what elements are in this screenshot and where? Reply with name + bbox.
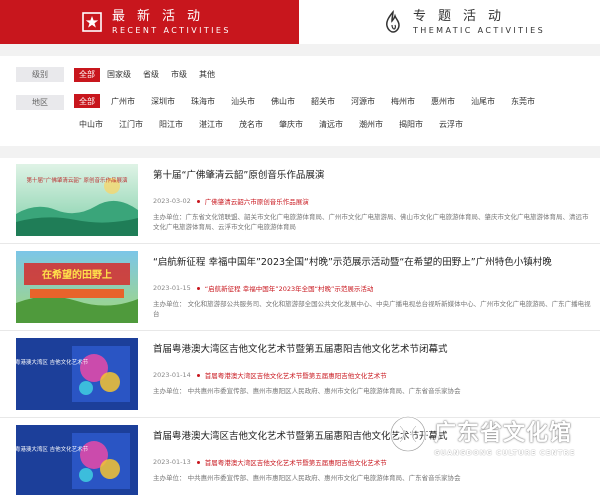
- region-option[interactable]: 珠海市: [186, 94, 220, 108]
- level-option-provincial[interactable]: 省级: [138, 68, 164, 82]
- region-option[interactable]: 梅州市: [386, 94, 420, 108]
- flame-icon: [381, 10, 405, 34]
- watermark-en: GUANGDONG CULTURE CENTRE: [434, 449, 576, 457]
- region-option[interactable]: 河源市: [346, 94, 380, 108]
- item-subtitle: 首届粤港澳大湾区吉他文化艺术节暨第五届惠阳吉他文化艺术节: [204, 459, 387, 467]
- list-item[interactable]: 在希望的田野上 “启航新征程 幸福中国年”2023全国“村晚”示范展示活动暨“在…: [0, 245, 600, 331]
- region-filter-row: 地区: [16, 95, 74, 110]
- item-meta: 2023-01-15 “启航新征程 幸福中国年”2023年全国“村晚”示范展示活…: [153, 283, 373, 293]
- region-option[interactable]: 阳江市: [154, 117, 188, 131]
- region-option[interactable]: 深圳市: [146, 94, 180, 108]
- tab-thematic-en: THEMATIC ACTIVITIES: [413, 25, 546, 35]
- item-date: 2023-03-02: [153, 197, 191, 205]
- item-organizer: 主办单位： 中共惠州市委宣传部、惠州市惠阳区人民政府、惠州市文化广电旅游体育局、…: [153, 387, 461, 395]
- bullet-icon: [196, 286, 200, 290]
- item-title[interactable]: “启航新征程 幸福中国年”2023全国“村晚”示范展示活动暨“在希望的田野上”广…: [153, 254, 552, 268]
- watermark-text: 广东省文化馆 GUANGDONG CULTURE CENTRE: [434, 415, 575, 457]
- region-option[interactable]: 云浮市: [434, 117, 468, 131]
- thumbnail-music-show[interactable]: 第十届“广佛肇清云韶” 原创音乐作品展演: [16, 164, 138, 236]
- star-icon: [80, 10, 104, 34]
- watermark-logo: 广东省文化馆 GUANGDONG CULTURE CENTRE: [388, 406, 600, 466]
- tab-recent-activities[interactable]: 最新活动 RECENT ACTIVITIES: [0, 0, 299, 44]
- watermark-cn: 广东省文化馆: [434, 421, 573, 446]
- thumb-text-3: 首届粤港澳大湾区 吉他文化艺术节: [16, 358, 89, 366]
- level-option-city[interactable]: 市级: [166, 68, 192, 82]
- level-option-other[interactable]: 其他: [194, 68, 220, 82]
- level-filter-label: 级别: [16, 67, 64, 82]
- region-filter-label: 地区: [16, 95, 64, 110]
- filter-panel: 级别 全部 国家级 省级 市级 其他 地区 全部 广州市 深圳市 珠海市 汕头市 佛山市韶…: [0, 56, 600, 146]
- bullet-icon: [196, 373, 200, 377]
- region-option[interactable]: 广州市: [106, 94, 140, 108]
- item-title[interactable]: 首届粤港澳大湾区吉他文化艺术节暨第五届惠阳吉他文化艺术节闭幕式: [153, 341, 448, 355]
- region-options: 全部 广州市 深圳市 珠海市 汕头市 佛山市 韶关市 河源市 梅州市 惠州市 汕尾市 东莞市中山市 江门…: [74, 94, 584, 131]
- item-date: 2023-01-15: [153, 284, 191, 292]
- tab-recent-text: 最新活动 RECENT ACTIVITIES: [112, 9, 231, 36]
- item-title[interactable]: 第十届“广佛肇清云韶”原创音乐作品展演: [153, 167, 324, 181]
- tab-recent-en: RECENT ACTIVITIES: [112, 25, 231, 35]
- region-option[interactable]: 潮州市: [354, 117, 388, 131]
- region-option[interactable]: 汕尾市: [466, 94, 500, 108]
- activity-tabs: 最新活动 RECENT ACTIVITIES 专题活动 THEMATIC ACT…: [0, 0, 600, 44]
- item-date: 2023-01-13: [153, 458, 191, 466]
- item-meta: 2023-01-14 首届粤港澳大湾区吉他文化艺术节暨第五届惠阳吉他文化艺术节: [153, 370, 387, 380]
- item-subtitle: 广佛肇清云韶六市原创音乐作品展演: [204, 198, 309, 206]
- tab-thematic-activities[interactable]: 专题活动 THEMATIC ACTIVITIES: [299, 0, 600, 44]
- thumb-text-1: 第十届“广佛肇清云韶” 原创音乐作品展演: [27, 176, 128, 184]
- region-option[interactable]: 佛山市: [266, 94, 300, 108]
- item-meta: 2023-03-02 广佛肇清云韶六市原创音乐作品展演: [153, 196, 309, 206]
- thumbnail-guitar-festival-closing[interactable]: 首届粤港澳大湾区 吉他文化艺术节: [16, 338, 138, 410]
- region-option[interactable]: 全部: [74, 94, 100, 108]
- thumbnail-village-gala[interactable]: 在希望的田野上: [16, 251, 138, 323]
- thumb-text-4: 首届粤港澳大湾区 吉他文化艺术节: [16, 445, 89, 453]
- region-option[interactable]: 东莞市: [506, 94, 540, 108]
- region-option[interactable]: 韶关市: [306, 94, 340, 108]
- region-option[interactable]: 肇庆市: [274, 117, 308, 131]
- tab-thematic-cn: 专题活动: [413, 8, 514, 24]
- region-option[interactable]: 汕头市: [226, 94, 260, 108]
- bullet-icon: [196, 460, 200, 464]
- item-date: 2023-01-14: [153, 371, 191, 379]
- item-meta: 2023-01-13 首届粤港澳大湾区吉他文化艺术节暨第五届惠阳吉他文化艺术节: [153, 457, 387, 467]
- item-subtitle: “启航新征程 幸福中国年”2023年全国“村晚”示范展示活动: [204, 285, 374, 293]
- level-option-national[interactable]: 国家级: [102, 68, 136, 82]
- item-subtitle: 首届粤港澳大湾区吉他文化艺术节暨第五届惠阳吉他文化艺术节: [204, 372, 387, 380]
- list-item[interactable]: 第十届“广佛肇清云韶” 原创音乐作品展演 第十届“广佛肇清云韶”原创音乐作品展演…: [0, 158, 600, 244]
- tab-thematic-text: 专题活动 THEMATIC ACTIVITIES: [413, 9, 545, 36]
- region-option[interactable]: 清远市: [314, 117, 348, 131]
- region-option[interactable]: 湛江市: [194, 117, 228, 131]
- region-option[interactable]: 揭阳市: [394, 117, 428, 131]
- culture-centre-logo-icon: [388, 414, 428, 458]
- level-option-all[interactable]: 全部: [74, 67, 100, 82]
- tab-recent-cn: 最新活动: [112, 8, 213, 24]
- region-option[interactable]: 江门市: [114, 117, 148, 131]
- item-organizer: 主办单位： 文化和旅游部公共服务司、文化和旅游部全国公共文化发展中心、中央广播电…: [153, 300, 591, 318]
- region-option[interactable]: 惠州市: [426, 94, 460, 108]
- region-option[interactable]: 中山市: [74, 117, 108, 131]
- item-organizer: 主办单位：广东省文化馆联盟、韶关市文化广电旅游体育局、广州市文化广电旅游局、佛山…: [153, 213, 589, 231]
- bullet-icon: [196, 199, 200, 203]
- item-organizer: 主办单位： 中共惠州市委宣传部、惠州市惠阳区人民政府、惠州市文化广电旅游体育局、…: [153, 474, 461, 482]
- thumb-text-2: 在希望的田野上: [42, 268, 112, 281]
- thumbnail-guitar-festival-opening[interactable]: 首届粤港澳大湾区 吉他文化艺术节: [16, 425, 138, 495]
- region-option[interactable]: 茂名市: [234, 117, 268, 131]
- level-filter-row: 级别 全部 国家级 省级 市级 其他: [16, 67, 222, 82]
